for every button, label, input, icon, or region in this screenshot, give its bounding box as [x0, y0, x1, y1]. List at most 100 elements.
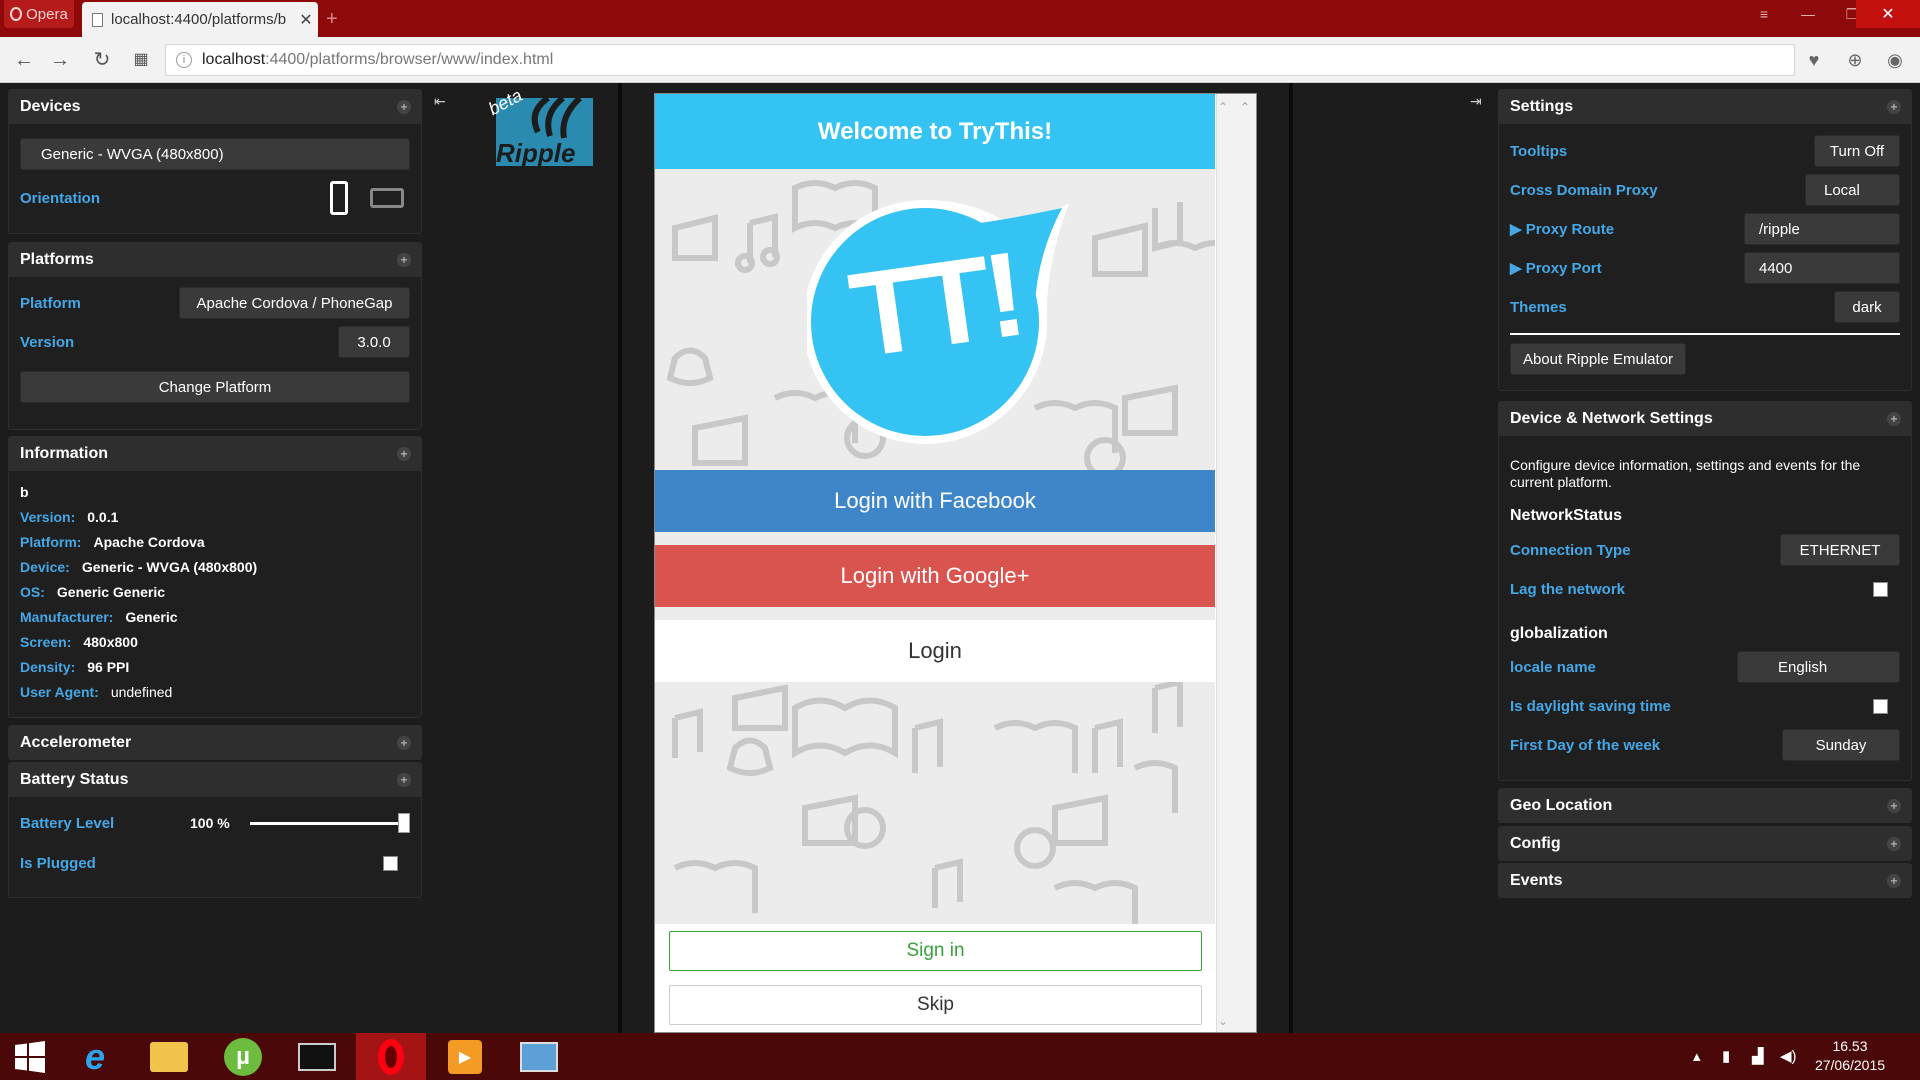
- collapse-right-icon[interactable]: ⇥: [1470, 93, 1482, 110]
- opera-taskbar[interactable]: [356, 1033, 426, 1080]
- events-header[interactable]: Events +: [1499, 864, 1911, 898]
- scroll-up-icon[interactable]: ⌃: [1240, 100, 1250, 114]
- battery-level-slider[interactable]: [250, 813, 410, 833]
- tab-menu-icon[interactable]: ≡: [1742, 0, 1786, 28]
- site-info-icon[interactable]: i: [176, 52, 192, 68]
- plugged-checkbox[interactable]: [383, 855, 398, 871]
- browser-tab[interactable]: localhost:4400/platforms/b ✕: [82, 2, 318, 37]
- close-tab-icon[interactable]: ✕: [294, 10, 318, 30]
- tooltips-toggle[interactable]: Turn Off: [1814, 135, 1900, 167]
- proxy-route-input[interactable]: /ripple: [1744, 213, 1900, 245]
- reload-icon[interactable]: ↻: [89, 47, 115, 73]
- expand-icon[interactable]: +: [1887, 412, 1901, 426]
- speed-dial-icon[interactable]: ▦: [128, 47, 154, 73]
- version-row: Version 3.0.0: [9, 326, 421, 358]
- version-select[interactable]: 3.0.0: [338, 326, 410, 358]
- dst-checkbox[interactable]: [1873, 698, 1888, 714]
- proxy-row: Cross Domain Proxy Local: [1499, 174, 1911, 206]
- photos-taskbar[interactable]: [504, 1033, 574, 1080]
- first-day-select[interactable]: Sunday: [1782, 729, 1900, 761]
- change-platform-button[interactable]: Change Platform: [20, 371, 410, 403]
- devices-title: Devices: [20, 98, 81, 115]
- media-player-taskbar[interactable]: ▶: [430, 1033, 500, 1080]
- login-google-button[interactable]: Login with Google+: [655, 545, 1215, 607]
- connection-type-label: Connection Type: [1510, 541, 1631, 559]
- settings-header[interactable]: Settings +: [1499, 90, 1911, 124]
- dst-label: Is daylight saving time: [1510, 697, 1671, 715]
- battery-level-label: Battery Level: [20, 814, 115, 832]
- network-header[interactable]: Device & Network Settings +: [1499, 402, 1911, 436]
- login-facebook-button[interactable]: Login with Facebook: [655, 470, 1215, 532]
- sign-in-button[interactable]: Sign in: [669, 931, 1202, 971]
- expand-icon[interactable]: +: [397, 100, 411, 114]
- proxy-select[interactable]: Local: [1805, 174, 1900, 206]
- collapse-left-icon[interactable]: ⇤: [434, 93, 446, 110]
- expand-icon[interactable]: +: [1887, 100, 1901, 114]
- folder-icon: [150, 1041, 188, 1072]
- internet-explorer-taskbar[interactable]: e: [60, 1033, 130, 1080]
- locale-select[interactable]: English: [1737, 651, 1900, 683]
- network-panel: Device & Network Settings + Configure de…: [1498, 401, 1912, 781]
- lag-checkbox[interactable]: [1873, 581, 1888, 597]
- dst-row: Is daylight saving time: [1499, 690, 1911, 722]
- new-tab-button[interactable]: +: [326, 8, 338, 31]
- signal-icon[interactable]: ▟: [1752, 1047, 1764, 1065]
- expand-icon[interactable]: +: [1887, 837, 1901, 851]
- close-window-button[interactable]: ✕: [1856, 0, 1920, 28]
- about-ripple-button[interactable]: About Ripple Emulator: [1510, 343, 1686, 375]
- battery-header[interactable]: Battery Status +: [9, 763, 421, 797]
- skip-button[interactable]: Skip: [669, 985, 1202, 1025]
- forward-icon[interactable]: →: [47, 47, 73, 73]
- expand-icon[interactable]: +: [1887, 874, 1901, 888]
- events-title: Events: [1510, 872, 1563, 889]
- expand-icon[interactable]: +: [397, 447, 411, 461]
- proxy-port-input[interactable]: 4400: [1744, 252, 1900, 284]
- opera-menu-button[interactable]: Opera: [4, 0, 74, 28]
- start-button[interactable]: [0, 1033, 60, 1080]
- themes-select[interactable]: dark: [1834, 291, 1900, 323]
- slider-thumb[interactable]: [398, 813, 410, 833]
- command-prompt-taskbar[interactable]: [282, 1033, 352, 1080]
- volume-icon[interactable]: ◀): [1780, 1047, 1797, 1065]
- config-header[interactable]: Config +: [1499, 827, 1911, 861]
- system-clock[interactable]: 16.53 27/06/2015: [1805, 1037, 1895, 1075]
- utorrent-taskbar[interactable]: µ: [208, 1033, 278, 1080]
- device-select[interactable]: Generic - WVGA (480x800): [20, 138, 410, 170]
- devices-header[interactable]: Devices +: [9, 90, 421, 124]
- download-icon[interactable]: ⊕: [1842, 47, 1868, 73]
- minimize-button[interactable]: —: [1786, 0, 1830, 28]
- device-screen: Welcome to TryThis! TT! Login with Faceb…: [654, 93, 1257, 1033]
- expand-icon[interactable]: +: [397, 736, 411, 750]
- network-title: Device & Network Settings: [1510, 410, 1713, 427]
- platforms-header[interactable]: Platforms +: [9, 243, 421, 277]
- proxy-port-label: ▶ Proxy Port: [1510, 260, 1602, 277]
- scroll-down-icon[interactable]: ⌄: [1218, 1014, 1228, 1028]
- platforms-panel: Platforms + Platform Apache Cordova / Ph…: [8, 242, 422, 430]
- connection-type-select[interactable]: ETHERNET: [1780, 534, 1900, 566]
- back-icon[interactable]: ←: [11, 47, 37, 73]
- geo-header[interactable]: Geo Location +: [1499, 789, 1911, 823]
- address-bar: ← → ↻ ▦ i localhost :4400/platforms/brow…: [0, 37, 1920, 83]
- expand-icon[interactable]: +: [397, 773, 411, 787]
- account-icon[interactable]: ◉: [1882, 47, 1908, 73]
- opera-icon: [378, 1038, 404, 1075]
- login-button[interactable]: Login: [655, 620, 1215, 682]
- stage-border-right: [1289, 83, 1293, 1033]
- info-version: Version: 0.0.1: [20, 508, 119, 525]
- show-hidden-icons-icon[interactable]: ▴: [1693, 1047, 1701, 1065]
- url-input[interactable]: i localhost :4400/platforms/browser/www/…: [165, 44, 1795, 76]
- heart-icon[interactable]: ♥: [1801, 47, 1827, 73]
- scroll-up-inner-icon[interactable]: ⌃: [1218, 100, 1228, 114]
- file-explorer-taskbar[interactable]: [134, 1033, 204, 1080]
- plugged-label: Is Plugged: [20, 854, 96, 872]
- expand-icon[interactable]: +: [397, 253, 411, 267]
- device-scrollbar[interactable]: ⌃ ⌃ ⌄: [1216, 94, 1256, 1032]
- portrait-icon[interactable]: [330, 181, 348, 215]
- information-header[interactable]: Information +: [9, 437, 421, 471]
- expand-icon[interactable]: +: [1887, 799, 1901, 813]
- themes-label: Themes: [1510, 298, 1567, 316]
- accelerometer-header[interactable]: Accelerometer +: [9, 726, 421, 760]
- landscape-icon[interactable]: [370, 188, 404, 208]
- platform-select[interactable]: Apache Cordova / PhoneGap: [179, 287, 410, 319]
- battery-icon[interactable]: ▮: [1722, 1047, 1730, 1065]
